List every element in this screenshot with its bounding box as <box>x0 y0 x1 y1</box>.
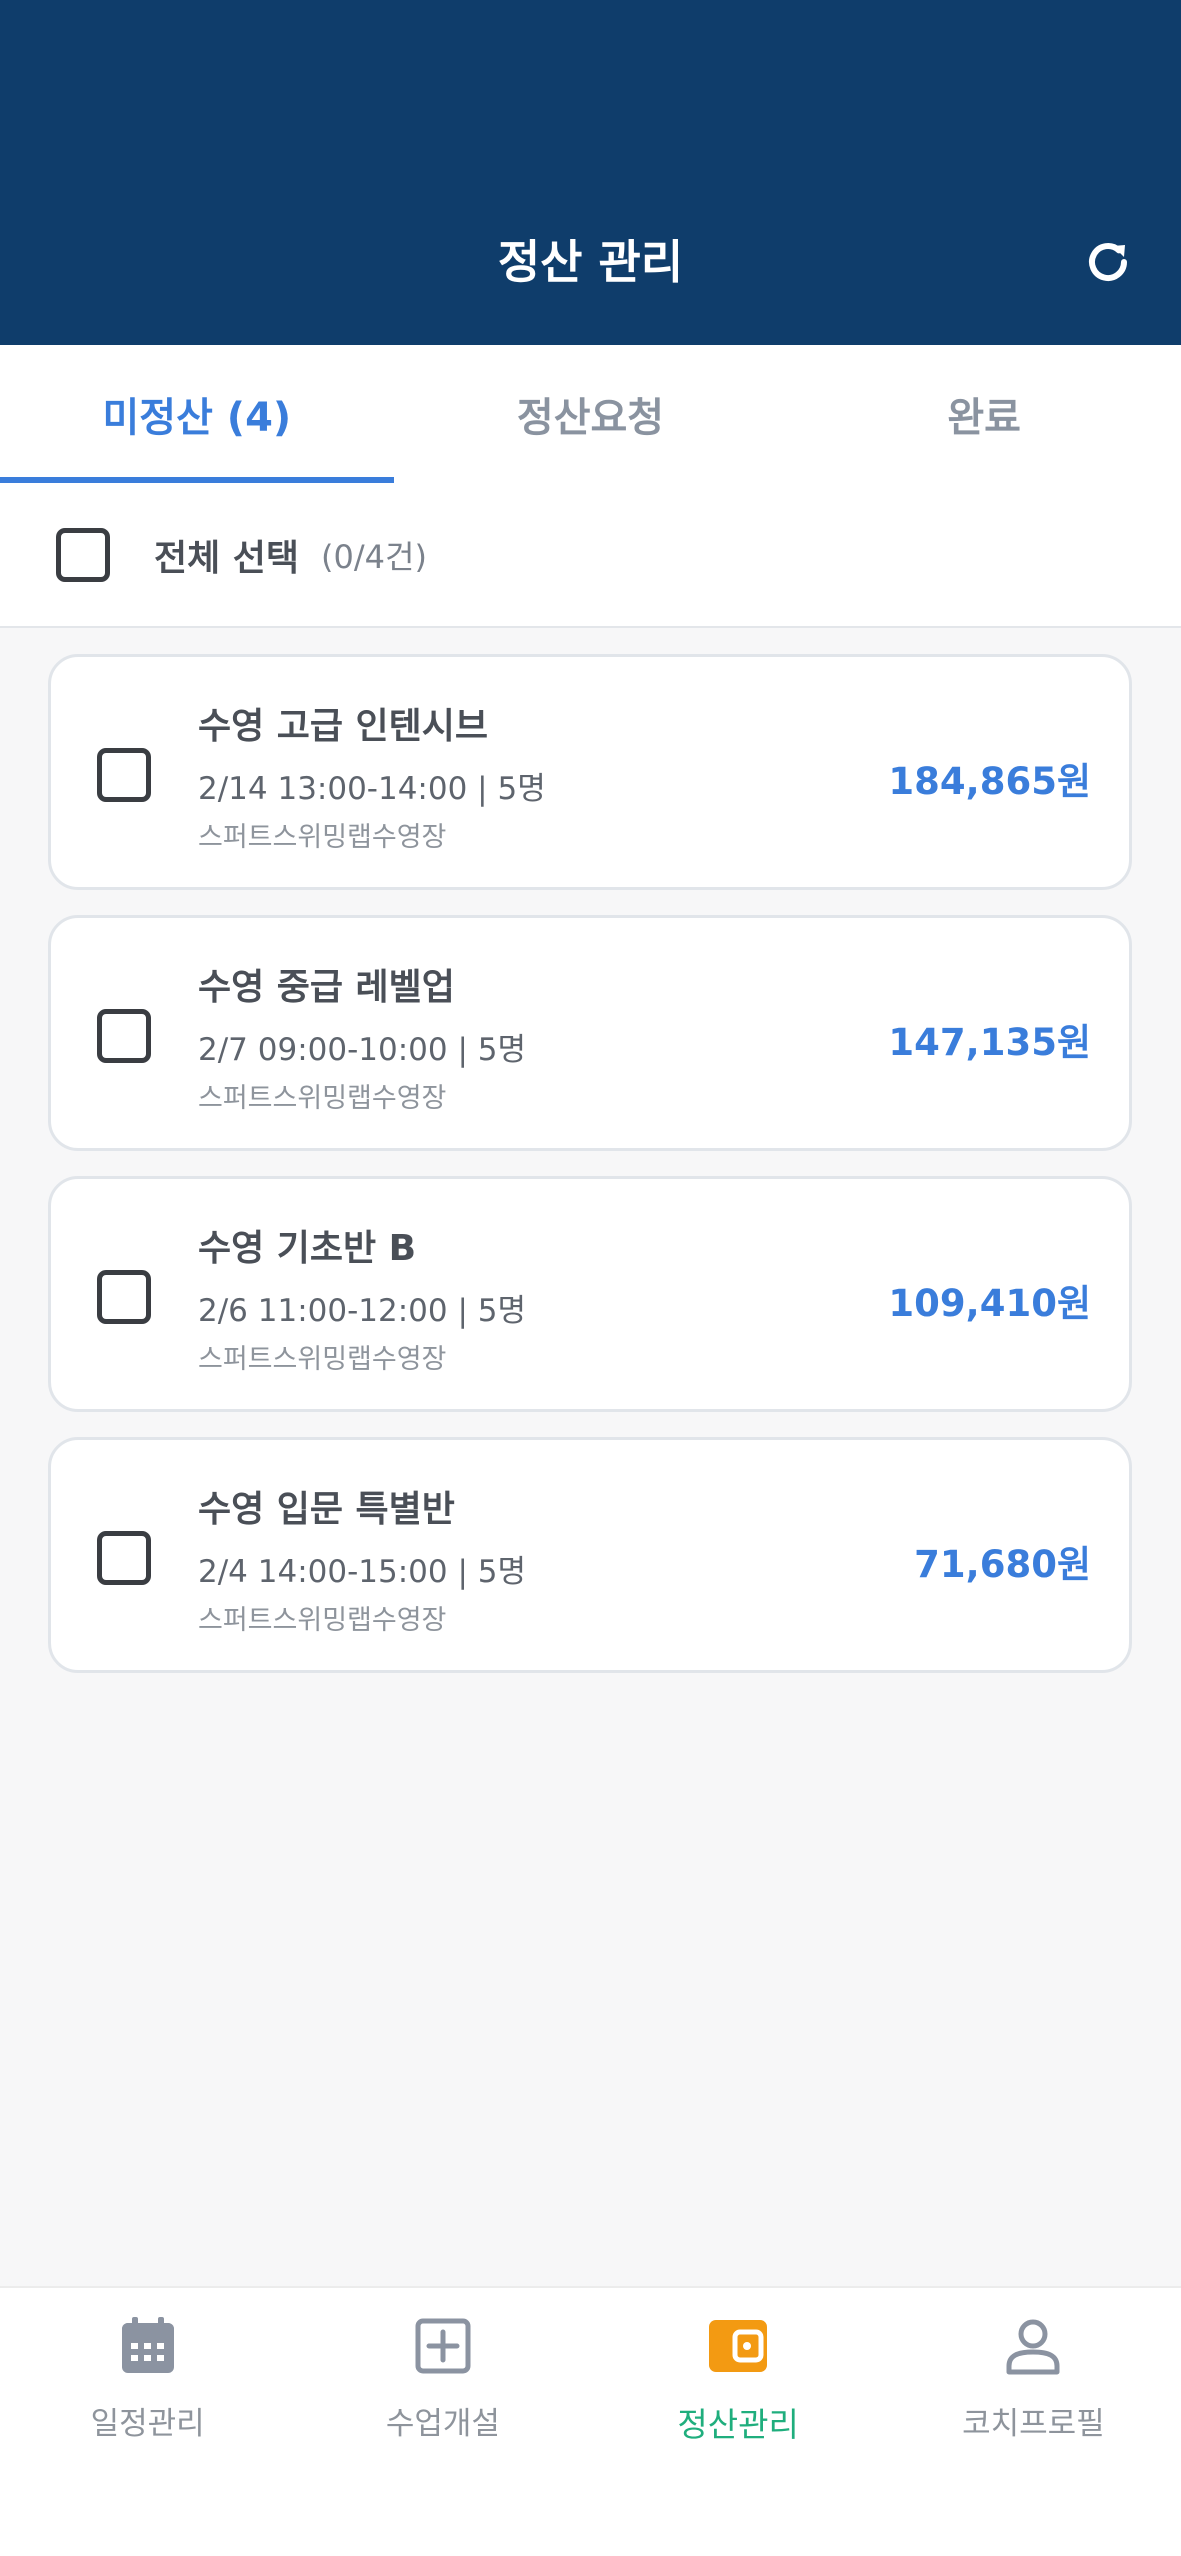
select-all-row: 전체 선택 (0/4건) <box>0 483 1181 628</box>
class-schedule: 2/14 13:00-14:00 | 5명 <box>198 771 546 807</box>
nav-schedule[interactable]: 일정관리 <box>0 2288 295 2556</box>
nav-settlement-label: 정산관리 <box>677 2405 799 2444</box>
calendar-icon <box>116 2314 180 2378</box>
class-schedule: 2/7 09:00-10:00 | 5명 <box>198 1032 526 1068</box>
class-checkbox[interactable] <box>97 748 151 802</box>
class-title: 수영 중급 레벨업 <box>198 967 455 1008</box>
select-all-checkbox[interactable] <box>56 527 110 582</box>
class-amount: 109,410원 <box>888 1282 1091 1325</box>
class-schedule: 2/4 14:00-15:00 | 5명 <box>198 1554 526 1590</box>
class-amount: 147,135원 <box>888 1021 1091 1064</box>
class-location: 스퍼트스위밍랩수영장 <box>198 822 447 853</box>
tab-settlement-request[interactable]: 정산요청 <box>394 345 788 483</box>
unsettled-class-list: 수영 고급 인텐시브 2/14 13:00-14:00 | 5명 스퍼트스위밍랩… <box>48 654 1132 1698</box>
class-location: 스퍼트스위밍랩수영장 <box>198 1605 447 1636</box>
class-checkbox[interactable] <box>97 1531 151 1585</box>
tab-completed[interactable]: 완료 <box>787 345 1181 483</box>
class-card[interactable]: 수영 기초반 B 2/6 11:00-12:00 | 5명 스퍼트스위밍랩수영장… <box>48 1176 1132 1412</box>
nav-create-class-label: 수업개설 <box>385 2406 500 2442</box>
class-location: 스퍼트스위밍랩수영장 <box>198 1344 447 1375</box>
nav-create-class[interactable]: 수업개설 <box>295 2288 590 2556</box>
tab-unsettled[interactable]: 미정산 (4) <box>0 345 394 483</box>
class-card[interactable]: 수영 중급 레벨업 2/7 09:00-10:00 | 5명 스퍼트스위밍랩수영… <box>48 915 1132 1151</box>
select-all-label: 전체 선택 <box>154 537 300 579</box>
class-location: 스퍼트스위밍랩수영장 <box>198 1083 447 1114</box>
class-checkbox[interactable] <box>97 1270 151 1324</box>
refresh-icon <box>1089 243 1127 281</box>
nav-schedule-label: 일정관리 <box>90 2406 205 2442</box>
class-title: 수영 고급 인텐시브 <box>198 706 489 747</box>
class-title: 수영 기초반 B <box>198 1228 417 1269</box>
settlement-tabs: 미정산 (4) 정산요청 완료 <box>0 345 1181 483</box>
settlement-screen: 정산 관리 미정산 (4) 정산요청 완료 전체 선택 (0/4건) 수영 고급… <box>0 0 1181 2556</box>
plus-square-icon <box>411 2314 475 2378</box>
page-title: 정산 관리 <box>497 235 684 289</box>
app-header: 정산 관리 <box>0 0 1181 345</box>
nav-coach-profile-label: 코치프로필 <box>962 2406 1105 2442</box>
class-amount: 71,680원 <box>914 1543 1091 1586</box>
selected-count: (0/4건) <box>321 537 427 576</box>
class-card[interactable]: 수영 입문 특별반 2/4 14:00-15:00 | 5명 스퍼트스위밍랩수영… <box>48 1437 1132 1673</box>
class-checkbox[interactable] <box>97 1009 151 1063</box>
wallet-icon <box>706 2314 770 2378</box>
refresh-button[interactable] <box>1078 232 1138 292</box>
class-title: 수영 입문 특별반 <box>198 1489 455 1530</box>
class-amount: 184,865원 <box>888 760 1091 803</box>
person-icon <box>1001 2314 1065 2378</box>
class-schedule: 2/6 11:00-12:00 | 5명 <box>198 1293 526 1329</box>
nav-coach-profile[interactable]: 코치프로필 <box>886 2288 1181 2556</box>
nav-settlement[interactable]: 정산관리 <box>591 2288 886 2556</box>
class-card[interactable]: 수영 고급 인텐시브 2/14 13:00-14:00 | 5명 스퍼트스위밍랩… <box>48 654 1132 890</box>
bottom-navigation: 일정관리 수업개설 정산관리 코치프로필 <box>0 2286 1181 2556</box>
